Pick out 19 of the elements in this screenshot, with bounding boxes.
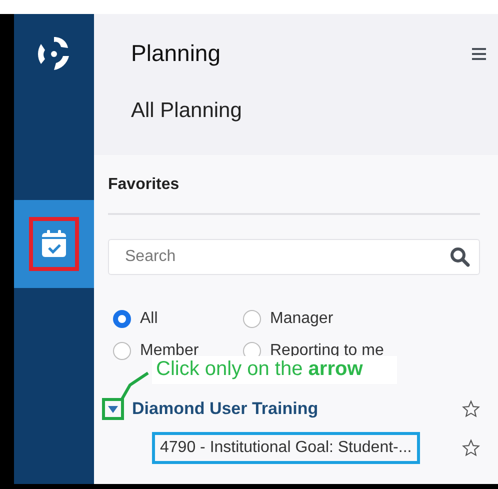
- star-icon[interactable]: [462, 400, 480, 418]
- page-title: Planning: [131, 40, 221, 67]
- calendar-check-icon: [40, 229, 68, 259]
- star-icon[interactable]: [462, 439, 480, 457]
- tree-item[interactable]: 4790 - Institutional Goal: Student-...: [152, 432, 420, 464]
- menu-icon[interactable]: [472, 48, 486, 60]
- caret-down-icon[interactable]: [108, 404, 118, 414]
- section-title: Favorites: [108, 176, 180, 194]
- annotation-callout: Click only on the arrow: [152, 356, 397, 384]
- search-field[interactable]: Search: [108, 239, 480, 275]
- filter-radio[interactable]: All: [113, 310, 243, 328]
- all-planning-link[interactable]: All Planning: [131, 99, 242, 123]
- tree-item[interactable]: Diamond User Training: [132, 399, 462, 419]
- radio-button[interactable]: [113, 310, 131, 328]
- search-icon[interactable]: [450, 247, 470, 267]
- nav-item[interactable]: [14, 200, 94, 288]
- radio-button[interactable]: [243, 310, 261, 328]
- filter-radio[interactable]: Manager: [243, 310, 480, 328]
- radio-button[interactable]: [113, 342, 131, 360]
